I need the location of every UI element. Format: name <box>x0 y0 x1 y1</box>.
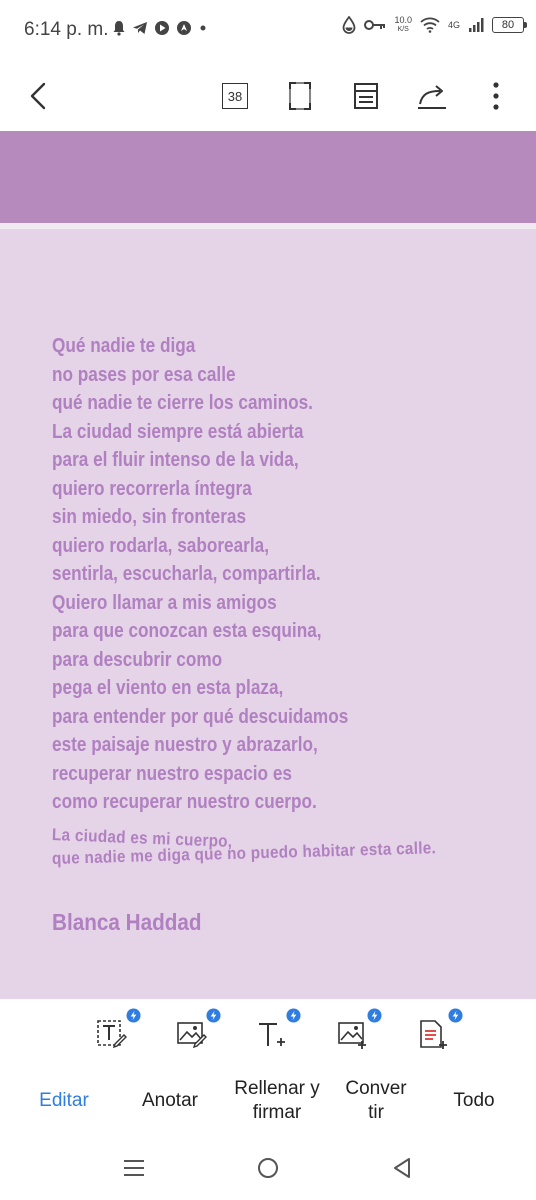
poem-line: Qué nadie te diga <box>52 335 196 357</box>
poem-text: Qué nadie te diga no pases por esa calle q… <box>52 332 397 817</box>
convert-pdf-tool-icon <box>420 1020 447 1049</box>
bell-icon <box>113 21 125 36</box>
tab-convertir-label-2: tir <box>368 1102 384 1123</box>
edit-text-tool[interactable] <box>95 1008 141 1054</box>
battery-icon: 80 <box>492 17 527 33</box>
poem-line: recuperar nuestro espacio es <box>52 762 292 785</box>
pro-badge-icon <box>286 1008 301 1023</box>
tab-rellenar-label-1: Rellenar y <box>234 1078 320 1099</box>
wifi-icon <box>420 17 440 33</box>
home-icon <box>258 1158 278 1178</box>
back-button[interactable] <box>20 78 56 114</box>
poem-line: para entender por qué descuidamos <box>52 705 349 728</box>
convert-pdf-tool[interactable] <box>417 1008 463 1054</box>
tab-editar[interactable]: Editar <box>20 1066 108 1136</box>
add-image-tool-icon <box>338 1022 366 1049</box>
pro-badge-icon <box>367 1008 382 1023</box>
quick-tools-row <box>0 1000 536 1066</box>
add-text-tool-icon <box>259 1023 285 1046</box>
telegram-icon <box>133 22 147 34</box>
signal-icon <box>469 18 484 32</box>
poem-line: no pases por esa calle <box>52 363 236 386</box>
play-icon <box>155 21 169 35</box>
recents-button[interactable] <box>116 1150 152 1186</box>
pro-badge-icon <box>448 1008 463 1023</box>
add-text-tool[interactable] <box>255 1008 301 1054</box>
poem-line: Quiero llamar a mis amigos <box>52 591 277 614</box>
reading-mode-icon <box>354 83 378 109</box>
more-icon <box>493 82 499 110</box>
previous-page-band <box>0 131 536 223</box>
back-triangle-icon <box>394 1158 410 1178</box>
notification-icons <box>112 20 208 36</box>
pro-badge-icon <box>206 1008 221 1023</box>
document-page[interactable]: Qué nadie te diga no pases por esa calle q… <box>0 229 536 999</box>
more-options-button[interactable] <box>478 78 514 114</box>
system-status-icons: 10.0 K/S 4G 80 <box>342 16 527 34</box>
key-icon <box>364 20 386 30</box>
net-speed: 10.0 K/S <box>394 16 412 34</box>
poem-line: quiero recorrerla íntegra <box>52 477 252 500</box>
recents-icon <box>124 1160 144 1176</box>
reading-mode-button[interactable] <box>348 78 384 114</box>
tab-convertir[interactable]: Conver tir <box>336 1066 416 1136</box>
poem-line: para descubrir como <box>52 648 223 671</box>
share-button[interactable] <box>414 78 450 114</box>
battery-level: 80 <box>501 19 515 31</box>
poem-line: pega el viento en esta plaza, <box>52 677 284 699</box>
dot-icon <box>200 25 206 31</box>
tab-rellenar-label-2: firmar <box>252 1102 302 1123</box>
poem-line: qué nadie te cierre los caminos. <box>52 392 313 414</box>
network-type: 4G <box>447 20 460 30</box>
back-icon <box>30 82 46 110</box>
status-bar: 6:14 p. m. 10.0 K/S 4G 80 <box>0 0 536 60</box>
tab-convertir-label-1: Conver <box>345 1078 407 1099</box>
poem-line: este paisaje nuestro y abrazarlo, <box>52 734 318 756</box>
net-speed-unit: K/S <box>397 26 409 33</box>
tab-rellenar-firmar[interactable]: Rellenar y firmar <box>224 1066 330 1136</box>
tab-anotar[interactable]: Anotar <box>126 1066 214 1136</box>
poem-line: sentirla, escucharla, compartirla. <box>52 563 321 585</box>
edit-text-tool-icon <box>97 1020 127 1048</box>
poem-line: quiero rodarla, saborearla, <box>52 534 270 557</box>
add-image-tool[interactable] <box>336 1008 382 1054</box>
poem-line: sin miedo, sin fronteras <box>52 506 247 528</box>
pro-badge-icon <box>126 1008 141 1023</box>
drop-icon <box>343 16 356 34</box>
share-icon <box>418 85 446 109</box>
edit-image-tool[interactable] <box>175 1008 221 1054</box>
fullscreen-icon <box>289 82 311 110</box>
system-back-button[interactable] <box>384 1150 420 1186</box>
tab-todo-label: Todo <box>453 1090 495 1111</box>
app-toolbar: 38 <box>0 64 536 130</box>
tab-editar-label: Editar <box>39 1090 89 1111</box>
net-speed-value: 10.0 <box>394 15 412 25</box>
poem-line: como recuperar nuestro cuerpo. <box>52 791 317 813</box>
bottom-tab-bar: Editar Anotar Rellenar y firmar Conver tir… <box>0 1066 536 1136</box>
tab-anotar-label: Anotar <box>142 1090 198 1111</box>
edit-image-tool-icon <box>177 1022 207 1048</box>
status-time: 6:14 p. m. <box>24 19 109 40</box>
poem-line: para que conozcan esta esquina, <box>52 620 322 642</box>
poem-line: para el fluir intenso de la vida, <box>52 449 299 471</box>
page-count: 38 <box>222 83 248 109</box>
tab-todo[interactable]: Todo <box>430 1066 518 1136</box>
poem-line: La ciudad siempre está abierta <box>52 420 304 443</box>
page-count-button[interactable]: 38 <box>217 78 253 114</box>
system-navigation-bar <box>0 1136 536 1200</box>
compass-icon <box>177 21 191 35</box>
home-button[interactable] <box>250 1150 286 1186</box>
fullscreen-button[interactable] <box>282 78 318 114</box>
author-signature: Blanca Haddad <box>52 909 202 935</box>
